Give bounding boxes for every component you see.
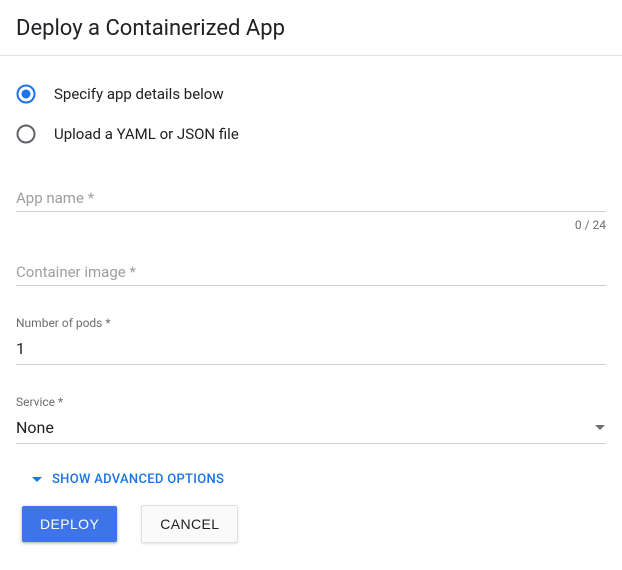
- char-counter: 0 / 24: [16, 218, 606, 232]
- radio-label: Specify app details below: [54, 85, 224, 103]
- radio-unselected-icon: [16, 124, 36, 144]
- radio-selected-icon: [16, 84, 36, 104]
- show-advanced-options[interactable]: SHOW ADVANCED OPTIONS: [16, 456, 606, 499]
- app-name-input[interactable]: App name *: [16, 188, 606, 212]
- radio-specify-details[interactable]: Specify app details below: [16, 78, 606, 118]
- header-divider: [0, 55, 622, 56]
- cancel-button[interactable]: CANCEL: [141, 505, 238, 543]
- pods-input[interactable]: 1: [16, 338, 606, 365]
- service-field: Service * None: [16, 395, 606, 444]
- chevron-down-icon: [32, 475, 42, 485]
- page-title: Deploy a Containerized App: [16, 12, 606, 55]
- radio-upload-file[interactable]: Upload a YAML or JSON file: [16, 118, 606, 158]
- advanced-label: SHOW ADVANCED OPTIONS: [52, 472, 224, 487]
- chevron-down-icon: [594, 419, 606, 438]
- pods-field: Number of pods * 1: [16, 316, 606, 365]
- field-label: Number of pods *: [16, 316, 606, 330]
- field-label: Service *: [16, 395, 606, 409]
- container-image-field: Container image *: [16, 262, 606, 286]
- action-row: DEPLOY CANCEL: [16, 499, 606, 543]
- deploy-button[interactable]: DEPLOY: [22, 506, 117, 542]
- service-select[interactable]: None: [16, 417, 606, 444]
- create-mode-radio-group: Specify app details below Upload a YAML …: [16, 78, 606, 158]
- app-name-field: App name * 0 / 24: [16, 188, 606, 232]
- radio-label: Upload a YAML or JSON file: [54, 125, 239, 143]
- service-value: None: [16, 417, 54, 439]
- container-image-input[interactable]: Container image *: [16, 262, 606, 286]
